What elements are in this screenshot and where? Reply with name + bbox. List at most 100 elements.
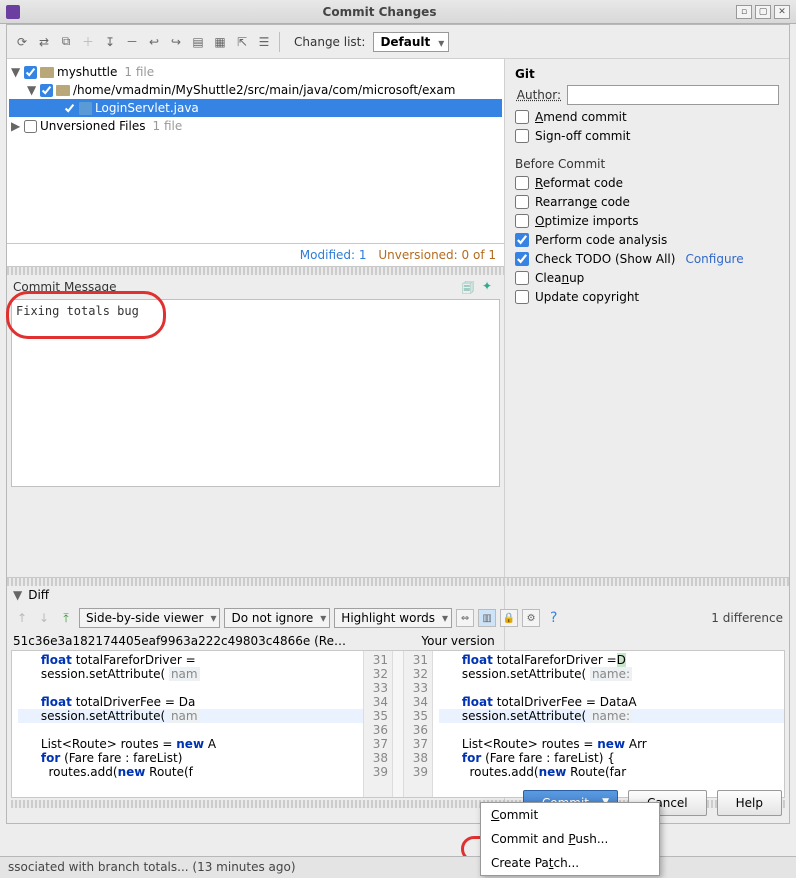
highlight-combo[interactable]: Highlight words <box>334 608 452 628</box>
analysis-label: Perform code analysis <box>535 233 667 247</box>
diff-splitter[interactable] <box>7 578 789 586</box>
chevron-down-icon[interactable]: ▼ <box>11 65 21 79</box>
redo-icon[interactable]: ↪ <box>167 33 185 51</box>
tree-path[interactable]: ▼ /home/vmadmin/MyShuttle2/src/main/java… <box>9 81 502 99</box>
amend-label: Amend commit <box>535 110 627 124</box>
lock-icon[interactable]: 🔒 <box>500 609 518 627</box>
signoff-label: Sign-off commit <box>535 129 631 143</box>
file-tree[interactable]: ▼ myshuttle 1 file ▼ /home/vmadmin/MyShu… <box>7 59 504 244</box>
remove-icon[interactable]: － <box>123 33 141 51</box>
chevron-down-icon[interactable]: ▼ <box>27 83 37 97</box>
jump-icon[interactable]: ⤒ <box>57 609 75 627</box>
commit-dialog: ⟳ ⇄ ⧉ ＋ ↧ － ↩ ↪ ▤ ▦ ⇱ ☰ Change list: Def… <box>6 24 790 824</box>
tree-file-selected[interactable]: LoginServlet.java <box>9 99 502 117</box>
ignore-combo[interactable]: Do not ignore <box>224 608 330 628</box>
before-commit-heading: Before Commit <box>515 157 779 171</box>
settings-icon[interactable]: ⚙ <box>522 609 540 627</box>
splitter[interactable] <box>7 267 504 275</box>
status-bar: ssociated with branch totals... (13 minu… <box>0 856 796 878</box>
change-list-combo[interactable]: Default <box>373 32 449 52</box>
diff-body[interactable]: float totalFareforDriver = session.setAt… <box>11 650 785 798</box>
close-button[interactable]: ✕ <box>774 5 790 19</box>
diff-right-gutter: 31 32 33 34 35 36 37 38 39 <box>403 651 433 797</box>
app-icon <box>6 5 20 19</box>
reformat-label: Reformat code <box>535 176 623 190</box>
diff-mid-gutter <box>393 651 403 797</box>
commit-message-header: Commit Message 🗐 ✦ <box>7 275 504 299</box>
copy-icon[interactable]: ⧉ <box>57 33 75 51</box>
folder-icon <box>56 85 70 96</box>
collapse-icon[interactable]: ▤ <box>189 33 207 51</box>
tree-root-checkbox[interactable] <box>24 66 37 79</box>
maximize-button[interactable]: ▢ <box>755 5 771 19</box>
tree-root-label: myshuttle <box>57 65 117 79</box>
copyright-checkbox[interactable] <box>515 290 529 304</box>
diff-left-pane[interactable]: float totalFareforDriver = session.setAt… <box>12 651 363 797</box>
configure-link[interactable]: Configure <box>685 252 743 266</box>
tree-unversioned[interactable]: ▶ Unversioned Files 1 file <box>9 117 502 135</box>
copyright-label: Update copyright <box>535 290 639 304</box>
todo-label: Check TODO (Show All) <box>535 252 675 266</box>
diff-right-pane[interactable]: float totalFareforDriver =D session.setA… <box>433 651 784 797</box>
revert-icon[interactable]: ↩ <box>145 33 163 51</box>
git-heading: Git <box>515 67 779 81</box>
viewer-combo[interactable]: Side-by-side viewer <box>79 608 220 628</box>
optimize-label: Optimize imports <box>535 214 639 228</box>
help-button[interactable]: Help <box>717 790 782 816</box>
add-icon[interactable]: ＋ <box>79 33 97 51</box>
chevron-right-icon[interactable]: ▶ <box>11 119 21 133</box>
toolbar: ⟳ ⇄ ⧉ ＋ ↧ － ↩ ↪ ▤ ▦ ⇱ ☰ Change list: Def… <box>7 25 789 59</box>
emoji-icon[interactable]: ✦ <box>482 279 498 295</box>
todo-checkbox[interactable] <box>515 252 529 266</box>
cleanup-label: Cleanup <box>535 271 584 285</box>
diff-left-gutter: 31 32 33 34 35 36 37 38 39 <box>363 651 393 797</box>
author-input[interactable] <box>567 85 779 105</box>
tree-unversioned-checkbox[interactable] <box>24 120 37 133</box>
folder-icon <box>40 67 54 78</box>
chevron-down-icon[interactable]: ▼ <box>13 588 22 602</box>
collapse-unchanged-icon[interactable]: ⇔ <box>456 609 474 627</box>
diff-heading: Diff <box>28 588 49 602</box>
refresh-icon[interactable]: ⟳ <box>13 33 31 51</box>
java-file-icon <box>79 102 92 115</box>
tree-root[interactable]: ▼ myshuttle 1 file <box>9 63 502 81</box>
menu-commit-and-push[interactable]: Commit and Push... <box>481 827 659 851</box>
tree-path-checkbox[interactable] <box>40 84 53 97</box>
commit-message-heading: Commit Message <box>13 280 458 294</box>
rearrange-checkbox[interactable] <box>515 195 529 209</box>
next-diff-icon[interactable]: ↓ <box>35 609 53 627</box>
status-line: Modified: 1 Unversioned: 0 of 1 <box>7 244 504 267</box>
sync-scroll-icon[interactable]: ▥ <box>478 609 496 627</box>
amend-checkbox[interactable] <box>515 110 529 124</box>
minimize-button[interactable]: ▫ <box>736 5 752 19</box>
help-icon[interactable]: ? <box>550 610 557 626</box>
tree-root-hint: 1 file <box>124 65 154 79</box>
signoff-checkbox[interactable] <box>515 129 529 143</box>
author-label: Author: <box>515 88 561 102</box>
commit-message-input[interactable]: Fixing totals bug <box>11 299 500 487</box>
analysis-checkbox[interactable] <box>515 233 529 247</box>
diff-section: ▼ Diff ↑ ↓ ⤒ Side-by-side viewer Do not … <box>7 577 789 823</box>
commit-dropdown: Commit Commit and Push... Create Patch..… <box>480 802 660 876</box>
expand-icon[interactable]: ⇱ <box>233 33 251 51</box>
sync-icon[interactable]: ⇄ <box>35 33 53 51</box>
tree-file-checkbox[interactable] <box>63 102 76 115</box>
tree-file-label: LoginServlet.java <box>95 101 199 115</box>
window-title: Commit Changes <box>26 5 733 19</box>
tree-unversioned-label: Unversioned Files <box>40 119 146 133</box>
diff-left-title: 51c36e3a182174405eaf9963a222c49803c4866e… <box>13 634 413 648</box>
move-icon[interactable]: ↧ <box>101 33 119 51</box>
cleanup-checkbox[interactable] <box>515 271 529 285</box>
menu-create-patch[interactable]: Create Patch... <box>481 851 659 875</box>
history-icon[interactable]: 🗐 <box>462 279 478 295</box>
menu-commit[interactable]: Commit <box>481 803 659 827</box>
tree-unversioned-hint: 1 file <box>153 119 183 133</box>
optimize-checkbox[interactable] <box>515 214 529 228</box>
diff-toolbar: ↑ ↓ ⤒ Side-by-side viewer Do not ignore … <box>7 604 789 632</box>
sort-icon[interactable]: ☰ <box>255 33 273 51</box>
diff-count: 1 difference <box>711 611 783 625</box>
prev-diff-icon[interactable]: ↑ <box>13 609 31 627</box>
reformat-checkbox[interactable] <box>515 176 529 190</box>
group-icon[interactable]: ▦ <box>211 33 229 51</box>
rearrange-label: Rearrange code <box>535 195 630 209</box>
